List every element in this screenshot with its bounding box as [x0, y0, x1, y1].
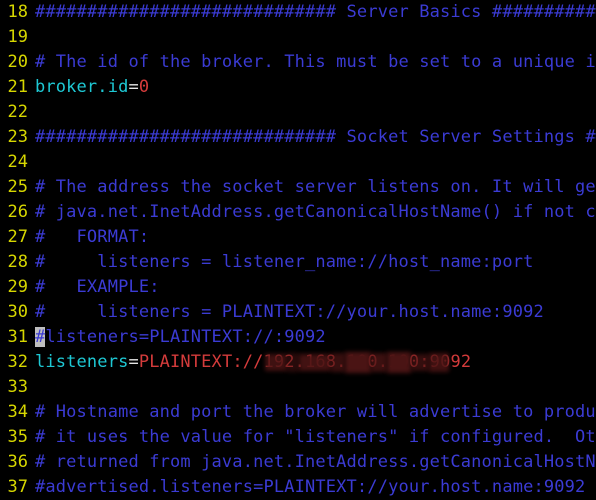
syntax-token-comment: # returned from java.net.InetAddress.get…: [35, 452, 596, 472]
line-number: 28: [7, 252, 28, 272]
syntax-token-value: 1: [388, 352, 399, 372]
code-line[interactable]: 25 # The address the socket server listen…: [0, 175, 596, 200]
syntax-token-value: 0: [138, 77, 150, 97]
syntax-token-comment: # The address the socket server listens …: [35, 177, 596, 197]
line-number: 24: [7, 152, 28, 172]
syntax-token-comment: ############################# Server Bas…: [35, 2, 596, 22]
code-line[interactable]: 26 # java.net.InetAddress.getCanonicalHos…: [0, 200, 596, 225]
line-number: 29: [7, 277, 28, 297]
syntax-token-comment: # listeners = listener_name://host_name:…: [35, 252, 534, 272]
code-line[interactable]: 29 # EXAMPLE:: [0, 275, 596, 300]
code-line[interactable]: 28 # listeners = listener_name://host_nam…: [0, 250, 596, 275]
syntax-token-comment: # java.net.InetAddress.getCanonicalHostN…: [35, 202, 596, 222]
line-content[interactable]: ############################# Server Bas…: [28, 0, 596, 25]
line-content[interactable]: #advertised.listeners=PLAINTEXT://your.h…: [28, 475, 585, 500]
line-content[interactable]: # The address the socket server listens …: [28, 175, 596, 200]
syntax-token-key: listeners: [35, 352, 129, 372]
code-line[interactable]: 19: [0, 25, 596, 50]
line-content[interactable]: # it uses the value for "listeners" if c…: [28, 425, 596, 450]
line-number: 18: [7, 2, 28, 22]
line-content[interactable]: broker.id=0: [28, 75, 149, 100]
editor-lines: 18 ############################# Server B…: [0, 0, 596, 500]
syntax-token-comment: ############################# Socket Ser…: [35, 127, 596, 147]
code-line[interactable]: 34 # Hostname and port the broker will ad…: [0, 400, 596, 425]
line-number: 32: [7, 352, 28, 372]
syntax-token-value: .: [377, 352, 389, 372]
syntax-token-comment: # it uses the value for "listeners" if c…: [35, 427, 596, 447]
syntax-token-eq: =: [128, 352, 139, 372]
line-number: 31: [7, 327, 28, 347]
text-cursor: #: [35, 327, 46, 347]
code-line[interactable]: 37 #advertised.listeners=PLAINTEXT://your…: [0, 475, 596, 500]
line-content[interactable]: ############################# Socket Ser…: [28, 125, 596, 150]
line-number: 25: [7, 177, 28, 197]
code-line[interactable]: 21 broker.id=0: [0, 75, 596, 100]
text-editor-viewport[interactable]: 18 ############################# Server B…: [0, 0, 596, 500]
code-line[interactable]: 23 ############################# Socket S…: [0, 125, 596, 150]
line-number: 23: [7, 127, 28, 147]
syntax-token-value: :9092: [419, 352, 472, 372]
syntax-token-comment: # FORMAT:: [35, 227, 150, 247]
line-number: 19: [7, 27, 28, 47]
line-content[interactable]: # Hostname and port the broker will adve…: [28, 400, 596, 425]
syntax-token-key: broker.id: [35, 77, 129, 97]
line-content[interactable]: # listeners = PLAINTEXT://your.host.name…: [28, 300, 544, 325]
syntax-token-eq: =: [128, 77, 139, 97]
line-number: 26: [7, 202, 28, 222]
syntax-token-comment: # The id of the broker. This must be set…: [35, 52, 596, 72]
code-line[interactable]: 18 ############################# Server B…: [0, 0, 596, 25]
line-content[interactable]: # returned from java.net.InetAddress.get…: [28, 450, 596, 475]
syntax-token-value: 92.168.: [273, 352, 347, 372]
code-line[interactable]: 24: [0, 150, 596, 175]
line-content[interactable]: #listeners=PLAINTEXT://:9092: [28, 325, 326, 350]
line-number: 22: [7, 102, 28, 122]
code-line[interactable]: 31 #listeners=PLAINTEXT://:9092: [0, 325, 596, 350]
line-number: 33: [7, 377, 28, 397]
code-line[interactable]: 35 # it uses the value for "listeners" if…: [0, 425, 596, 450]
line-content[interactable]: # EXAMPLE:: [28, 275, 160, 300]
line-content[interactable]: # java.net.InetAddress.getCanonicalHostN…: [28, 200, 596, 225]
syntax-token-value: PLAINTEXT://1: [138, 352, 274, 372]
line-number: 35: [7, 427, 28, 447]
code-line[interactable]: 33: [0, 375, 596, 400]
line-number: 21: [7, 77, 28, 97]
line-number: 34: [7, 402, 28, 422]
line-number: 20: [7, 52, 28, 72]
syntax-token-comment: listeners=PLAINTEXT://:9092: [45, 327, 326, 347]
line-content[interactable]: listeners=PLAINTEXT://192.168.100.100:90…: [28, 350, 471, 375]
line-content[interactable]: # The id of the broker. This must be set…: [28, 50, 596, 75]
syntax-token-value: 100: [346, 352, 378, 372]
line-number: 27: [7, 227, 28, 247]
code-line[interactable]: 30 # listeners = PLAINTEXT://your.host.na…: [0, 300, 596, 325]
syntax-token-comment: #advertised.listeners=PLAINTEXT://your.h…: [35, 477, 586, 497]
syntax-token-value: 00: [398, 352, 420, 372]
line-number: 30: [7, 302, 28, 322]
code-line[interactable]: 20 # The id of the broker. This must be s…: [0, 50, 596, 75]
code-line[interactable]: 32 listeners=PLAINTEXT://192.168.100.100:…: [0, 350, 596, 375]
code-line[interactable]: 36 # returned from java.net.InetAddress.g…: [0, 450, 596, 475]
syntax-token-comment: # Hostname and port the broker will adve…: [35, 402, 596, 422]
code-line[interactable]: 27 # FORMAT:: [0, 225, 596, 250]
code-line[interactable]: 22: [0, 100, 596, 125]
line-number: 37: [7, 477, 28, 497]
line-content[interactable]: # FORMAT:: [28, 225, 149, 250]
line-number: 36: [7, 452, 28, 472]
syntax-token-comment: # EXAMPLE:: [35, 277, 160, 297]
syntax-token-comment: # listeners = PLAINTEXT://your.host.name…: [35, 302, 544, 322]
line-content[interactable]: # listeners = listener_name://host_name:…: [28, 250, 533, 275]
